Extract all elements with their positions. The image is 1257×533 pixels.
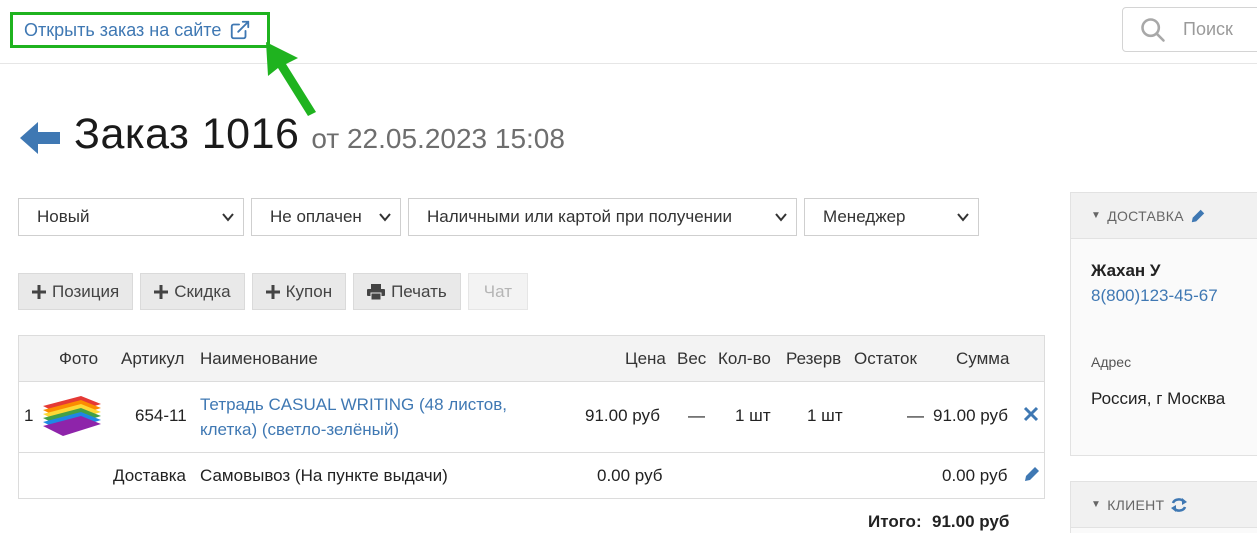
chevron-down-icon (222, 213, 234, 222)
top-bar: Открыть заказ на сайте Поиск (0, 0, 1257, 64)
chat-button[interactable]: Чат (467, 273, 528, 310)
th-sku: Артикул (121, 349, 185, 368)
pencil-icon[interactable] (1023, 465, 1041, 483)
open-link-label: Открыть заказ на сайте (24, 19, 222, 40)
delivery-sum: 0.00 руб (942, 466, 1008, 485)
delivery-row: Доставка Самовывоз (На пункте выдачи) 0.… (19, 453, 1044, 499)
th-weight: Вес (677, 349, 707, 368)
th-price: Цена (625, 349, 666, 368)
back-arrow-icon[interactable] (20, 122, 60, 154)
order-date: от 22.05.2023 15:08 (311, 123, 565, 154)
product-link-line2[interactable]: клетка) (светло-зелёный) (200, 420, 399, 440)
plus-icon (32, 284, 46, 299)
row-sku: 654-11 (135, 406, 187, 425)
product-thumbnail (43, 396, 101, 436)
delivery-label: Доставка (113, 466, 187, 485)
print-button[interactable]: Печать (353, 273, 461, 310)
printer-icon (367, 283, 386, 300)
payment-method-value: Наличными или картой при получении (427, 207, 733, 226)
order-header: Заказ 1016 от 22.05.2023 15:08 (20, 110, 565, 159)
annotation-arrow (266, 42, 316, 116)
delivery-name: Самовывоз (На пункте выдачи) (200, 466, 448, 485)
row-reserve: 1 шт (807, 406, 843, 425)
address-label: Адрес (1091, 354, 1132, 370)
row-sum: 91.00 руб (933, 406, 1008, 425)
customer-name: Жахан У (1091, 261, 1161, 280)
order-actions: Позиция Скидка Купон Печать Чат (18, 273, 528, 310)
delivery-panel: ▼ ДОСТАВКА Жахан У 8(800)123-45-67 Адрес… (1070, 192, 1257, 456)
th-name: Наименование (200, 349, 318, 368)
manager-select-value: Менеджер (823, 207, 906, 226)
th-photo: Фото (59, 349, 99, 368)
payment-status-select[interactable]: Не оплачен (251, 198, 401, 236)
search-placeholder: Поиск (1183, 19, 1233, 39)
manager-select[interactable]: Менеджер (804, 198, 979, 236)
address-value: Россия, г Москва (1091, 389, 1226, 408)
open-order-on-site-link[interactable]: Открыть заказ на сайте (10, 12, 270, 48)
collapse-triangle-icon: ▼ (1091, 499, 1102, 510)
status-select-value: Новый (37, 207, 90, 226)
table-row: 1 654-11 Тетрадь CASUAL WRITING (48 лист… (19, 382, 1044, 453)
order-items-table: Фото Артикул Наименование Цена Вес Кол-в… (18, 335, 1045, 499)
chevron-down-icon (379, 213, 391, 222)
delivery-panel-header[interactable]: ▼ ДОСТАВКА (1071, 193, 1257, 239)
order-selects: Новый Не оплачен Наличными или картой пр… (18, 198, 979, 236)
client-panel: ▼ КЛИЕНТ (1070, 481, 1257, 533)
print-label: Печать (391, 281, 447, 301)
status-select[interactable]: Новый (18, 198, 244, 236)
payment-method-select[interactable]: Наличными или картой при получении (408, 198, 797, 236)
add-position-button[interactable]: Позиция (18, 273, 134, 310)
search-input[interactable]: Поиск (1122, 7, 1257, 52)
chevron-down-icon (957, 213, 969, 222)
pencil-icon[interactable] (1190, 208, 1206, 224)
customer-phone-link[interactable]: 8(800)123-45-67 (1091, 286, 1218, 306)
delivery-panel-title: ДОСТАВКА (1107, 207, 1184, 224)
collapse-triangle-icon: ▼ (1091, 210, 1102, 221)
total-value: 91.00 руб (932, 512, 1010, 531)
plus-icon (154, 284, 169, 299)
row-index: 1 (24, 406, 34, 425)
table-header: Фото Артикул Наименование Цена Вес Кол-в… (19, 336, 1044, 382)
plus-icon (265, 284, 280, 299)
total-label: Итого: (868, 512, 922, 531)
add-coupon-button[interactable]: Купон (251, 273, 347, 310)
chat-label: Чат (483, 281, 512, 301)
th-reserve: Резерв (786, 349, 842, 368)
payment-status-value: Не оплачен (270, 207, 362, 226)
client-panel-title: КЛИЕНТ (1107, 496, 1165, 513)
close-icon[interactable] (1023, 406, 1039, 422)
row-weight: — (688, 406, 705, 425)
search-icon (1141, 17, 1165, 42)
client-panel-header[interactable]: ▼ КЛИЕНТ (1071, 482, 1257, 528)
page-title: Заказ 1016 (74, 110, 300, 158)
add-discount-button[interactable]: Скидка (140, 273, 245, 310)
row-stock: — (907, 406, 924, 425)
row-qty: 1 шт (735, 406, 771, 425)
refresh-icon[interactable] (1170, 497, 1188, 513)
product-link-line1[interactable]: Тетрадь CASUAL WRITING (48 листов, (200, 395, 507, 415)
external-link-icon (231, 20, 250, 40)
add-coupon-label: Купон (285, 281, 333, 301)
delivery-price: 0.00 руб (597, 466, 663, 485)
row-price: 91.00 руб (585, 406, 660, 425)
add-position-label: Позиция (52, 281, 120, 301)
th-sum: Сумма (956, 349, 1010, 368)
th-qty: Кол-во (718, 349, 771, 368)
th-stock: Остаток (854, 349, 917, 368)
add-discount-label: Скидка (174, 281, 231, 301)
chevron-down-icon (775, 213, 787, 222)
